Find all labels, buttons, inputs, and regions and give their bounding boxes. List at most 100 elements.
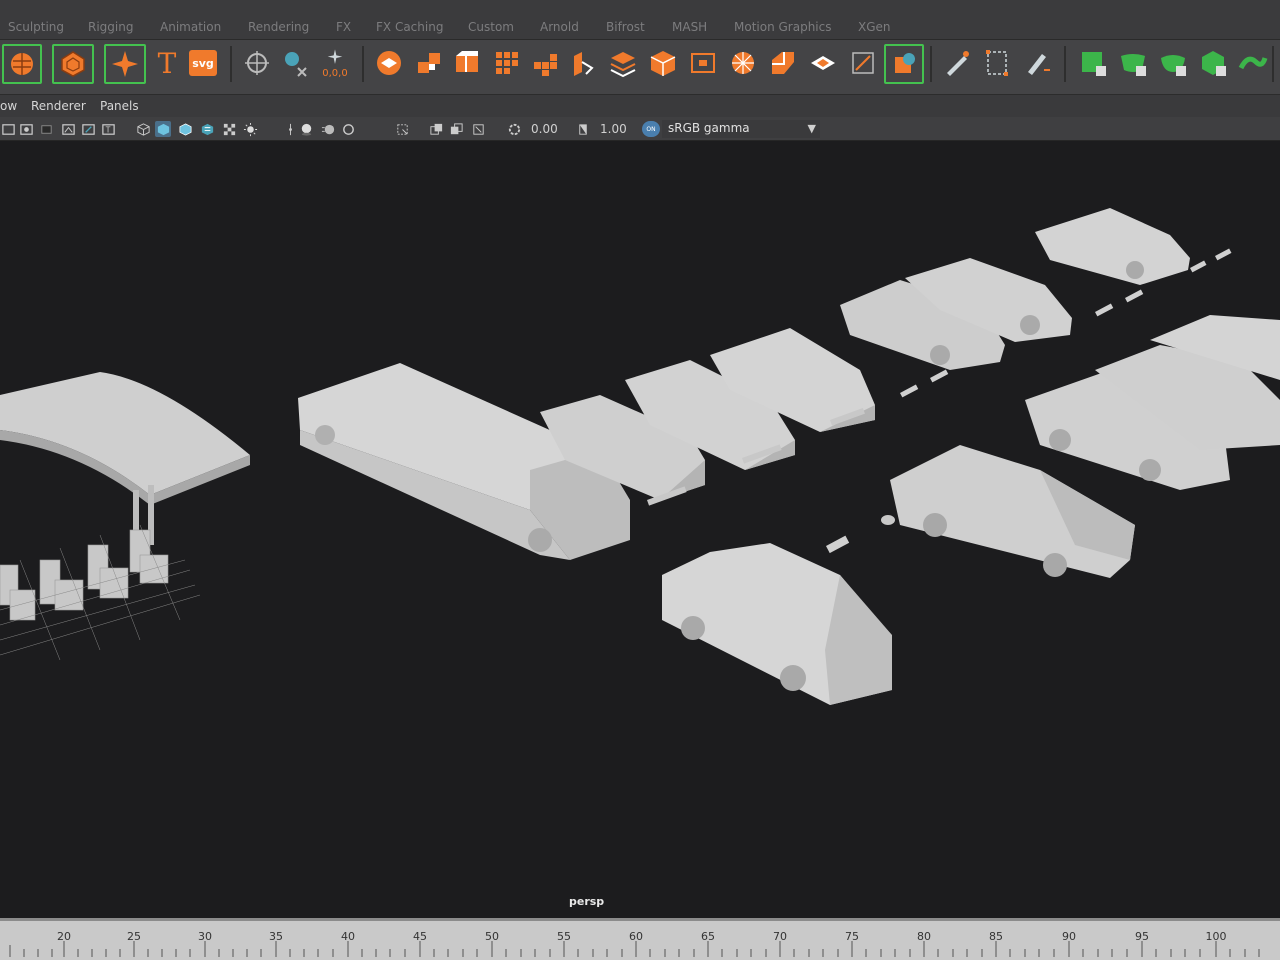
sedan-row-back[interactable] bbox=[840, 208, 1190, 370]
transform-icon[interactable] bbox=[278, 46, 312, 80]
exposure-icon[interactable] bbox=[506, 121, 522, 137]
sphere-icon[interactable] bbox=[2, 44, 42, 84]
tab-bifrost[interactable]: Bifrost bbox=[606, 20, 645, 34]
layer-icon[interactable] bbox=[372, 46, 406, 80]
frame-label: 100 bbox=[1205, 930, 1227, 943]
tab-fx[interactable]: FX bbox=[336, 20, 351, 34]
tab-fx-caching[interactable]: FX Caching bbox=[376, 20, 443, 34]
tab-arnold[interactable]: Arnold bbox=[540, 20, 579, 34]
frame-label: 65 bbox=[701, 930, 715, 943]
wheel-icon[interactable] bbox=[726, 46, 760, 80]
frame-label: 25 bbox=[127, 930, 141, 943]
resolution-gate-icon[interactable] bbox=[18, 121, 34, 137]
perspective-viewport[interactable]: persp bbox=[0, 141, 1280, 918]
stack-icon[interactable] bbox=[606, 46, 640, 80]
green-twist-icon[interactable] bbox=[1236, 46, 1270, 80]
sports-car-model[interactable] bbox=[881, 445, 1135, 578]
tab-mash[interactable]: MASH bbox=[672, 20, 707, 34]
view-transform-dropdown[interactable]: sRGB gamma ▼ bbox=[662, 120, 820, 138]
safe-action-icon[interactable] bbox=[80, 121, 96, 137]
tab-motion-graphics[interactable]: Motion Graphics bbox=[734, 20, 832, 34]
text-type-icon[interactable]: T bbox=[150, 46, 184, 80]
resize-icon[interactable] bbox=[980, 46, 1014, 80]
frame-label: 20 bbox=[57, 930, 71, 943]
gate-mask-icon[interactable] bbox=[38, 121, 54, 137]
frame-label: 80 bbox=[917, 930, 931, 943]
lights-icon[interactable] bbox=[242, 121, 258, 137]
green-cup-icon[interactable] bbox=[1156, 46, 1190, 80]
gamma-icon[interactable] bbox=[575, 121, 591, 137]
tab-rendering[interactable]: Rendering bbox=[248, 20, 309, 34]
wireframe-on-shaded-icon[interactable] bbox=[177, 121, 193, 137]
green-square-icon[interactable] bbox=[1076, 46, 1110, 80]
wireframe-icon[interactable] bbox=[135, 121, 151, 137]
star-icon[interactable] bbox=[104, 44, 146, 84]
polygon-sphere-icon[interactable] bbox=[52, 44, 94, 84]
frame-label: 50 bbox=[485, 930, 499, 943]
grid-cube-icon[interactable] bbox=[490, 46, 524, 80]
frame-label: 55 bbox=[557, 930, 571, 943]
tab-xgen[interactable]: XGen bbox=[858, 20, 891, 34]
shelf-separator bbox=[1272, 46, 1274, 82]
tab-sculpting[interactable]: Sculpting bbox=[8, 20, 64, 34]
film-gate-icon[interactable] bbox=[0, 121, 16, 137]
frame-label: 35 bbox=[269, 930, 283, 943]
bevel-icon[interactable] bbox=[450, 46, 484, 80]
exposure-value[interactable]: 0.00 bbox=[531, 122, 558, 136]
extrude-icon[interactable] bbox=[566, 46, 600, 80]
smooth-shade-icon[interactable] bbox=[155, 121, 171, 137]
textured-icon[interactable] bbox=[199, 121, 215, 137]
safe-title-icon[interactable]: T bbox=[100, 121, 116, 137]
shelf-icon-bar: T svg 0,0,0 bbox=[0, 40, 1280, 95]
coord-readout: 0,0,0 bbox=[322, 67, 348, 79]
anti-alias-icon[interactable] bbox=[340, 121, 356, 137]
menu-panels[interactable]: Panels bbox=[100, 99, 139, 113]
bounding-box-icon[interactable] bbox=[846, 46, 880, 80]
gas-station-model[interactable] bbox=[0, 372, 250, 661]
split-icon[interactable] bbox=[766, 46, 800, 80]
frame-label: 60 bbox=[629, 930, 643, 943]
xray-joints-icon[interactable] bbox=[448, 121, 464, 137]
color-management-toggle[interactable]: ON bbox=[642, 121, 660, 137]
time-slider[interactable]: 20 25 30 35 40 45 50 55 60 65 70 75 80 8… bbox=[0, 918, 1280, 960]
paint-cube-icon[interactable] bbox=[884, 44, 924, 84]
sparkle-icon[interactable]: 0,0,0 bbox=[318, 46, 352, 80]
frame-label: 30 bbox=[198, 930, 212, 943]
tab-custom[interactable]: Custom bbox=[468, 20, 514, 34]
shadows-icon[interactable] bbox=[282, 121, 298, 137]
panel-menu-bar: ow Renderer Panels bbox=[0, 95, 1280, 117]
frame-label: 70 bbox=[773, 930, 787, 943]
xray-active-icon[interactable] bbox=[470, 121, 486, 137]
shelf-separator bbox=[1064, 46, 1066, 82]
green-bowl-icon[interactable] bbox=[1116, 46, 1150, 80]
tab-rigging[interactable]: Rigging bbox=[88, 20, 133, 34]
gamma-value[interactable]: 1.00 bbox=[600, 122, 627, 136]
pencil-icon[interactable] bbox=[1020, 46, 1054, 80]
ambient-occlusion-icon[interactable] bbox=[298, 121, 314, 137]
motion-blur-icon[interactable] bbox=[320, 121, 336, 137]
checker-icon[interactable] bbox=[221, 121, 237, 137]
xray-icon[interactable] bbox=[428, 121, 444, 137]
isolate-select-icon[interactable] bbox=[394, 121, 410, 137]
foreground-sedan-model[interactable] bbox=[662, 543, 892, 705]
green-cube-icon[interactable] bbox=[1196, 46, 1230, 80]
shelf-separator bbox=[362, 46, 364, 82]
sedan-row-right[interactable] bbox=[1025, 315, 1280, 490]
frame-icon[interactable] bbox=[686, 46, 720, 80]
svg-icon[interactable]: svg bbox=[186, 46, 220, 80]
box-icon[interactable] bbox=[646, 46, 680, 80]
chevron-down-icon: ▼ bbox=[807, 122, 816, 135]
shelf-tab-bar: Sculpting Rigging Animation Rendering FX… bbox=[0, 0, 1280, 40]
tab-animation[interactable]: Animation bbox=[160, 20, 221, 34]
pen-icon[interactable] bbox=[940, 46, 974, 80]
blocks-icon[interactable] bbox=[528, 46, 562, 80]
field-chart-icon[interactable] bbox=[60, 121, 76, 137]
frame-label: 45 bbox=[413, 930, 427, 943]
compass-icon[interactable] bbox=[240, 46, 274, 80]
color-management-badge: ON bbox=[646, 125, 656, 133]
menu-renderer[interactable]: Renderer bbox=[31, 99, 86, 113]
cubes-icon[interactable] bbox=[412, 46, 446, 80]
flat-icon[interactable] bbox=[806, 46, 840, 80]
frame-label: 40 bbox=[341, 930, 355, 943]
menu-show[interactable]: ow bbox=[0, 99, 17, 113]
